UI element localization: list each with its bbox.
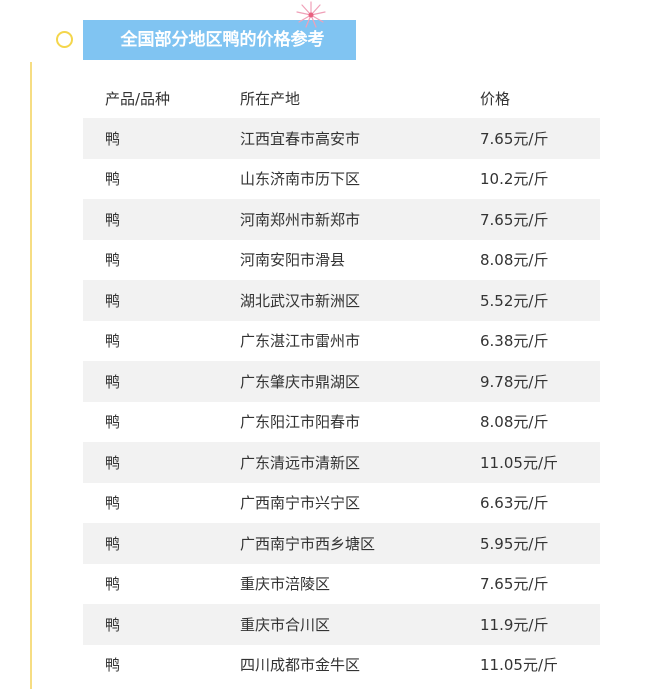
cell-price: 8.08元/斤 <box>480 251 549 270</box>
cell-origin: 重庆市合川区 <box>240 615 331 634</box>
cell-origin: 山东济南市历下区 <box>240 170 361 189</box>
cell-origin: 广东阳江市阳春市 <box>240 413 361 432</box>
cell-origin: 广东清远市清新区 <box>240 453 361 472</box>
cell-price: 7.65元/斤 <box>480 210 549 229</box>
table-row: 鸭 广东阳江市阳春市 8.08元/斤 <box>83 402 600 443</box>
timeline-line <box>30 62 32 689</box>
cell-origin: 河南郑州市新郑市 <box>240 210 361 229</box>
cell-price: 11.9元/斤 <box>480 615 549 634</box>
cell-product: 鸭 <box>105 332 121 351</box>
header-origin: 所在产地 <box>240 89 301 108</box>
cell-product: 鸭 <box>105 291 121 310</box>
cell-price: 5.52元/斤 <box>480 291 549 310</box>
table-row: 鸭 广西南宁市西乡塘区 5.95元/斤 <box>83 523 600 564</box>
table-row: 鸭 重庆市合川区 11.9元/斤 <box>83 604 600 645</box>
table-row: 鸭 广东湛江市雷州市 6.38元/斤 <box>83 321 600 362</box>
cell-origin: 广西南宁市西乡塘区 <box>240 534 376 553</box>
cell-origin: 江西宜春市高安市 <box>240 129 361 148</box>
header-price: 价格 <box>480 89 511 108</box>
table-row: 鸭 河南郑州市新郑市 7.65元/斤 <box>83 199 600 240</box>
cell-product: 鸭 <box>105 494 121 513</box>
cell-price: 7.65元/斤 <box>480 129 549 148</box>
cell-product: 鸭 <box>105 534 121 553</box>
cell-product: 鸭 <box>105 372 121 391</box>
cell-price: 7.65元/斤 <box>480 575 549 594</box>
cell-product: 鸭 <box>105 656 121 675</box>
cell-origin: 广西南宁市兴宁区 <box>240 494 361 513</box>
table-row: 鸭 江西宜春市高安市 7.65元/斤 <box>83 118 600 159</box>
table-row: 鸭 河南安阳市滑县 8.08元/斤 <box>83 240 600 281</box>
cell-product: 鸭 <box>105 615 121 634</box>
cell-origin: 重庆市涪陵区 <box>240 575 331 594</box>
table-row: 鸭 广西南宁市兴宁区 6.63元/斤 <box>83 483 600 524</box>
cell-product: 鸭 <box>105 251 121 270</box>
cell-product: 鸭 <box>105 575 121 594</box>
cell-price: 10.2元/斤 <box>480 170 549 189</box>
price-table: 产品/品种 所在产地 价格 鸭江西宜春市高安市 7.65元/斤鸭山东济南市历下区 1… <box>83 78 600 685</box>
cell-price: 8.08元/斤 <box>480 413 549 432</box>
table-row: 鸭 广东肇庆市鼎湖区 9.78元/斤 <box>83 361 600 402</box>
table-row: 鸭 四川成都市金牛区 11.05元/斤 <box>83 645 600 686</box>
timeline-circle-icon <box>56 31 73 48</box>
table-row: 鸭 山东济南市历下区 10.2元/斤 <box>83 159 600 200</box>
cell-price: 5.95元/斤 <box>480 534 549 553</box>
table-row: 鸭 重庆市涪陵区 7.65元/斤 <box>83 564 600 605</box>
table-row: 鸭 湖北武汉市新洲区 5.52元/斤 <box>83 280 600 321</box>
cell-origin: 四川成都市金牛区 <box>240 656 361 675</box>
cell-product: 鸭 <box>105 210 121 229</box>
cell-origin: 河南安阳市滑县 <box>240 251 346 270</box>
cell-price: 6.63元/斤 <box>480 494 549 513</box>
table-header: 产品/品种 所在产地 价格 <box>83 78 600 118</box>
cell-price: 6.38元/斤 <box>480 332 549 351</box>
table-body: 鸭江西宜春市高安市 7.65元/斤鸭山东济南市历下区 10.2元/斤鸭河南郑州市新郑… <box>83 118 600 685</box>
cell-price: 9.78元/斤 <box>480 372 549 391</box>
cell-product: 鸭 <box>105 129 121 148</box>
firework-icon <box>296 1 326 28</box>
cell-origin: 广东肇庆市鼎湖区 <box>240 372 361 391</box>
cell-product: 鸭 <box>105 413 121 432</box>
cell-origin: 广东湛江市雷州市 <box>240 332 361 351</box>
table-row: 鸭 广东清远市清新区 11.05元/斤 <box>83 442 600 483</box>
cell-price: 11.05元/斤 <box>480 656 558 675</box>
cell-origin: 湖北武汉市新洲区 <box>240 291 361 310</box>
cell-price: 11.05元/斤 <box>480 453 558 472</box>
header-product: 产品/品种 <box>105 89 171 108</box>
cell-product: 鸭 <box>105 453 121 472</box>
cell-product: 鸭 <box>105 170 121 189</box>
